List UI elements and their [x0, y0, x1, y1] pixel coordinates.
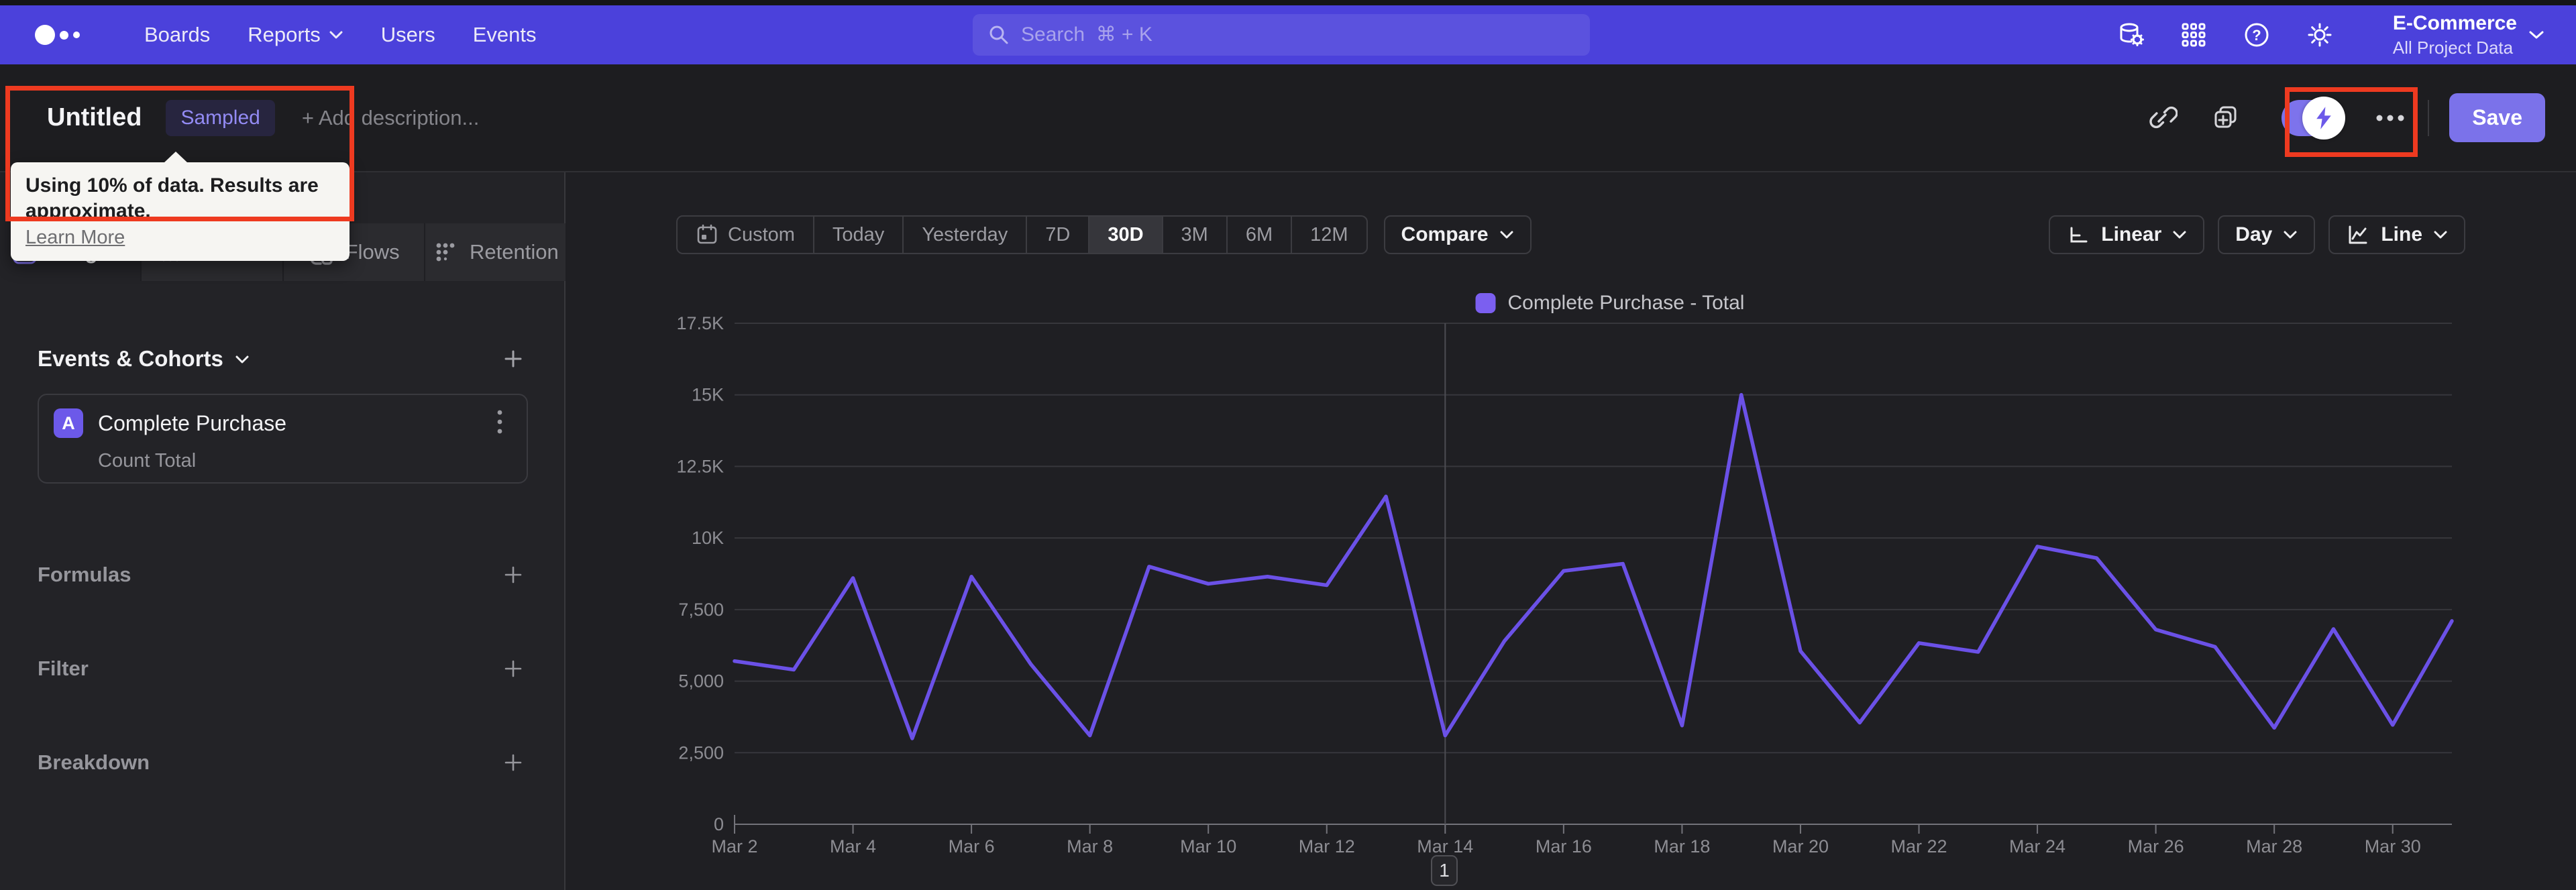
section-formulas: Formulas	[38, 563, 131, 586]
line-chart-svg: 0 2,500 5,000 7,500 10K 12.5K 15K 17.5K Mar 2 Mar…	[676, 313, 2454, 856]
logo-dot-medium	[60, 30, 68, 40]
global-search[interactable]	[973, 14, 1590, 56]
pagination-page-1[interactable]: 1	[1431, 855, 1458, 886]
apps-grid-icon[interactable]	[2178, 19, 2209, 50]
lightning-sampling-toggle[interactable]	[2282, 96, 2346, 140]
section-breakdown: Breakdown	[38, 750, 150, 774]
search-icon	[989, 25, 1008, 44]
mixpanel-logo-icon[interactable]	[35, 25, 80, 45]
query-sidebar: Insights Funnels Flows	[0, 172, 566, 890]
event-name: Complete Purchase	[98, 410, 287, 435]
x-axis-label: Mar 20	[1772, 836, 1829, 856]
y-axis-label: 7,500	[678, 600, 724, 620]
event-kebab-menu[interactable]	[488, 409, 512, 438]
series-line	[733, 392, 2454, 740]
save-button[interactable]: Save	[2449, 93, 2545, 142]
x-axis-label: Mar 16	[1536, 836, 1592, 856]
section-filter: Filter	[38, 657, 89, 680]
project-name: E-Commerce	[2392, 11, 2517, 34]
project-scope: All Project Data	[2392, 37, 2514, 58]
top-nav: Boards Reports Users Events Search ⌘ + K…	[0, 5, 2576, 64]
add-event-button[interactable]	[498, 344, 528, 374]
report-title[interactable]: Untitled	[47, 103, 142, 132]
toggle-knob	[2302, 96, 2346, 140]
x-axis-label: Mar 28	[2246, 836, 2302, 856]
x-axis-label: Mar 2	[711, 836, 757, 856]
add-filter-button[interactable]	[498, 654, 528, 683]
y-axis-label: 17.5K	[676, 313, 724, 333]
settings-gear-icon[interactable]	[2304, 19, 2335, 50]
sampling-tooltip: Using 10% of data. Results are approxima…	[11, 152, 350, 261]
logo-dot-large	[35, 25, 55, 45]
search-input[interactable]	[1021, 23, 1558, 46]
project-selector[interactable]: E-Commerce All Project Data	[2393, 12, 2545, 58]
more-options-icon[interactable]	[2373, 101, 2408, 135]
toolbar-divider	[2428, 99, 2430, 136]
chart-panel: Custom Today Yesterday 7D 30D 3M 6M 12M …	[566, 172, 2576, 890]
nav-item-events[interactable]: Events	[473, 23, 537, 47]
tooltip-message: Using 10% of data. Results are approxima…	[25, 174, 319, 222]
y-axis-label: 5,000	[678, 671, 724, 691]
x-axis-label: Mar 14	[1417, 836, 1473, 856]
chevron-down-icon	[235, 355, 249, 363]
report-title-bar: Untitled Sampled + Add description... Sa…	[0, 64, 2576, 172]
event-card[interactable]: A Complete Purchase Count Total	[38, 394, 528, 484]
add-formula-button[interactable]	[498, 560, 528, 590]
x-axis-label: Mar 22	[1890, 836, 1947, 856]
y-axis-label: 2,500	[678, 742, 724, 763]
x-axis-label: Mar 24	[2009, 836, 2065, 856]
y-axis-label: 12.5K	[676, 456, 724, 476]
x-axis-label: Mar 18	[1654, 836, 1710, 856]
nav-item-users[interactable]: Users	[381, 23, 435, 47]
nav-item-reports[interactable]: Reports	[248, 23, 343, 47]
logo-dot-small	[73, 32, 80, 38]
x-axis-label: Mar 12	[1299, 836, 1355, 856]
nav-item-boards[interactable]: Boards	[144, 23, 210, 47]
data-management-icon[interactable]	[2115, 19, 2146, 50]
save-to-board-icon[interactable]	[2209, 101, 2244, 135]
add-breakdown-button[interactable]	[498, 748, 528, 777]
event-letter-badge: A	[54, 408, 83, 438]
events-cohorts-header[interactable]: Events & Cohorts	[38, 346, 250, 372]
copy-link-icon[interactable]	[2145, 101, 2180, 135]
tab-retention[interactable]: Retention	[423, 223, 566, 281]
lightning-bolt-icon	[2316, 106, 2332, 129]
add-description[interactable]: + Add description...	[302, 106, 480, 130]
y-axis-label: 0	[714, 814, 724, 834]
y-axis-label: 10K	[692, 528, 724, 548]
x-axis-label: Mar 4	[830, 836, 876, 856]
svg-text:?: ?	[2252, 27, 2261, 44]
x-axis-label: Mar 10	[1180, 836, 1236, 856]
x-axis-label: Mar 30	[2365, 836, 2421, 856]
window-top-strip	[0, 0, 2576, 5]
sampled-badge[interactable]: Sampled	[166, 99, 275, 136]
help-icon[interactable]: ?	[2241, 19, 2272, 50]
y-axis-label: 15K	[692, 385, 724, 405]
chevron-down-icon	[329, 31, 343, 39]
retention-icon	[436, 243, 455, 262]
x-axis-label: Mar 26	[2128, 836, 2184, 856]
chevron-down-icon	[2529, 31, 2544, 39]
event-metric[interactable]: Count Total	[98, 450, 512, 472]
x-axis-label: Mar 6	[949, 836, 995, 856]
x-axis-label: Mar 8	[1067, 836, 1113, 856]
learn-more-link[interactable]: Learn More	[25, 227, 125, 249]
